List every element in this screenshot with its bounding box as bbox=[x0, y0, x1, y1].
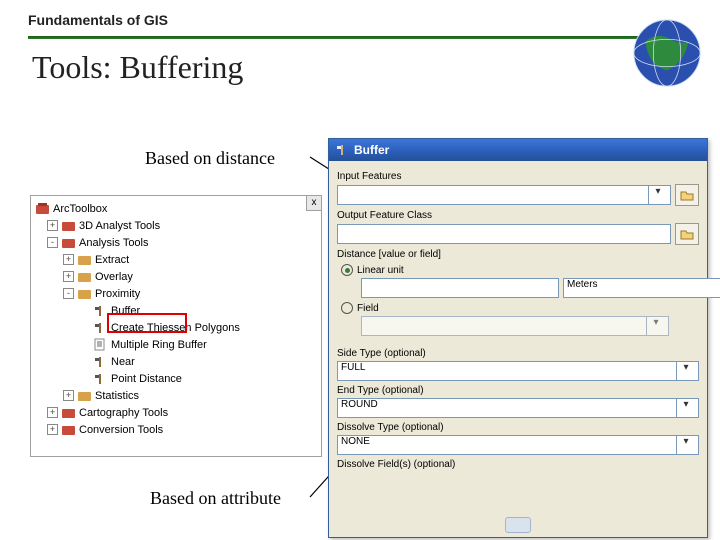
globe-icon bbox=[628, 14, 706, 92]
expand-icon[interactable]: + bbox=[47, 424, 58, 435]
tree-item[interactable]: + Conversion Tools bbox=[33, 421, 319, 438]
radio-label: Linear unit bbox=[357, 265, 404, 276]
toolbox-icon bbox=[61, 423, 76, 436]
label-output: Output Feature Class bbox=[337, 210, 699, 221]
item-label: Overlay bbox=[95, 271, 133, 283]
root-label: ArcToolbox bbox=[53, 203, 107, 215]
tree-item[interactable]: + 3D Analyst Tools bbox=[33, 217, 319, 234]
hammer-icon bbox=[335, 143, 349, 157]
expand-icon[interactable]: - bbox=[63, 288, 74, 299]
label-distance: Distance [value or field] bbox=[337, 249, 699, 260]
radio-linear-unit[interactable]: Linear unit bbox=[341, 264, 699, 276]
header-divider bbox=[28, 36, 692, 39]
browse-button[interactable] bbox=[675, 223, 699, 245]
distance-value-field[interactable] bbox=[361, 278, 559, 298]
folder-open-icon bbox=[680, 228, 694, 240]
expand-icon[interactable]: + bbox=[63, 271, 74, 282]
toolset-icon bbox=[77, 389, 92, 402]
radio-icon[interactable] bbox=[341, 264, 353, 276]
expand-icon[interactable]: - bbox=[47, 237, 58, 248]
arctoolbox-panel: x ArcToolbox + 3D Analyst Tools - Analys… bbox=[30, 195, 322, 457]
tool-item[interactable]: Near bbox=[33, 353, 319, 370]
expand-icon[interactable]: + bbox=[47, 220, 58, 231]
browse-button[interactable] bbox=[675, 184, 699, 206]
item-label: Analysis Tools bbox=[79, 237, 149, 249]
tree-item[interactable]: + Statistics bbox=[33, 387, 319, 404]
item-label: Extract bbox=[95, 254, 129, 266]
label-end-type: End Type (optional) bbox=[337, 385, 699, 396]
tree-item[interactable]: + Extract bbox=[33, 251, 319, 268]
toolbox-icon bbox=[35, 202, 50, 215]
expand-icon[interactable]: + bbox=[63, 254, 74, 265]
item-label: Cartography Tools bbox=[79, 407, 168, 419]
tree-item[interactable]: + Overlay bbox=[33, 268, 319, 285]
dialog-title: Buffer bbox=[354, 143, 389, 157]
item-label: 3D Analyst Tools bbox=[79, 220, 160, 232]
output-field[interactable] bbox=[337, 224, 671, 244]
toolset-icon bbox=[77, 253, 92, 266]
radio-label: Field bbox=[357, 303, 379, 314]
item-label: Conversion Tools bbox=[79, 424, 163, 436]
toolbox-icon bbox=[61, 236, 76, 249]
units-dropdown[interactable]: Meters▾ bbox=[563, 278, 720, 298]
radio-icon[interactable] bbox=[341, 302, 353, 314]
item-label: Multiple Ring Buffer bbox=[111, 339, 207, 351]
toolbox-icon bbox=[61, 406, 76, 419]
highlight-box bbox=[107, 313, 187, 333]
page-title: Tools: Buffering bbox=[32, 49, 720, 86]
annotation-distance: Based on distance bbox=[145, 148, 275, 169]
hammer-icon bbox=[93, 355, 108, 368]
buffer-dialog: Buffer Input Features ▾ Output Feature C… bbox=[328, 138, 708, 538]
dropdown-icon[interactable]: ▾ bbox=[648, 186, 667, 204]
folder-open-icon bbox=[680, 189, 694, 201]
hammer-icon bbox=[93, 304, 108, 317]
expand-icon[interactable]: + bbox=[47, 407, 58, 418]
field-dropdown[interactable]: ▾ bbox=[361, 316, 669, 336]
dropdown-icon[interactable]: ▾ bbox=[676, 362, 695, 380]
tree-item[interactable]: + Cartography Tools bbox=[33, 404, 319, 421]
item-label: Statistics bbox=[95, 390, 139, 402]
course-title: Fundamentals of GIS bbox=[28, 12, 692, 28]
label-dissolve-type: Dissolve Type (optional) bbox=[337, 422, 699, 433]
dropdown-icon[interactable]: ▾ bbox=[646, 317, 665, 335]
tool-item[interactable]: Point Distance bbox=[33, 370, 319, 387]
item-label: Point Distance bbox=[111, 373, 182, 385]
input-features-field[interactable]: ▾ bbox=[337, 185, 671, 205]
tree-item[interactable]: - Proximity bbox=[33, 285, 319, 302]
dropdown-icon[interactable]: ▾ bbox=[676, 436, 695, 454]
toolset-icon bbox=[77, 287, 92, 300]
end-type-dropdown[interactable]: ROUND▾ bbox=[337, 398, 699, 418]
toolbox-icon bbox=[61, 219, 76, 232]
dropdown-icon[interactable]: ▾ bbox=[676, 399, 695, 417]
expand-icon[interactable]: + bbox=[63, 390, 74, 401]
side-type-dropdown[interactable]: FULL▾ bbox=[337, 361, 699, 381]
label-input-features: Input Features bbox=[337, 171, 699, 182]
scrollbar-thumb[interactable] bbox=[505, 517, 531, 533]
annotation-attribute: Based on attribute bbox=[150, 488, 281, 509]
toolbox-root[interactable]: ArcToolbox bbox=[33, 200, 319, 217]
label-dissolve-fields: Dissolve Field(s) (optional) bbox=[337, 459, 699, 470]
item-label: Near bbox=[111, 356, 135, 368]
dissolve-type-dropdown[interactable]: NONE▾ bbox=[337, 435, 699, 455]
hammer-icon bbox=[93, 372, 108, 385]
radio-field[interactable]: Field bbox=[341, 302, 699, 314]
tool-item[interactable]: Multiple Ring Buffer bbox=[33, 336, 319, 353]
hammer-icon bbox=[93, 321, 108, 334]
toolset-icon bbox=[77, 270, 92, 283]
label-side-type: Side Type (optional) bbox=[337, 348, 699, 359]
close-icon[interactable]: x bbox=[306, 196, 321, 211]
script-icon bbox=[93, 338, 108, 351]
tree-item[interactable]: - Analysis Tools bbox=[33, 234, 319, 251]
item-label: Proximity bbox=[95, 288, 140, 300]
dialog-titlebar[interactable]: Buffer bbox=[329, 139, 707, 161]
